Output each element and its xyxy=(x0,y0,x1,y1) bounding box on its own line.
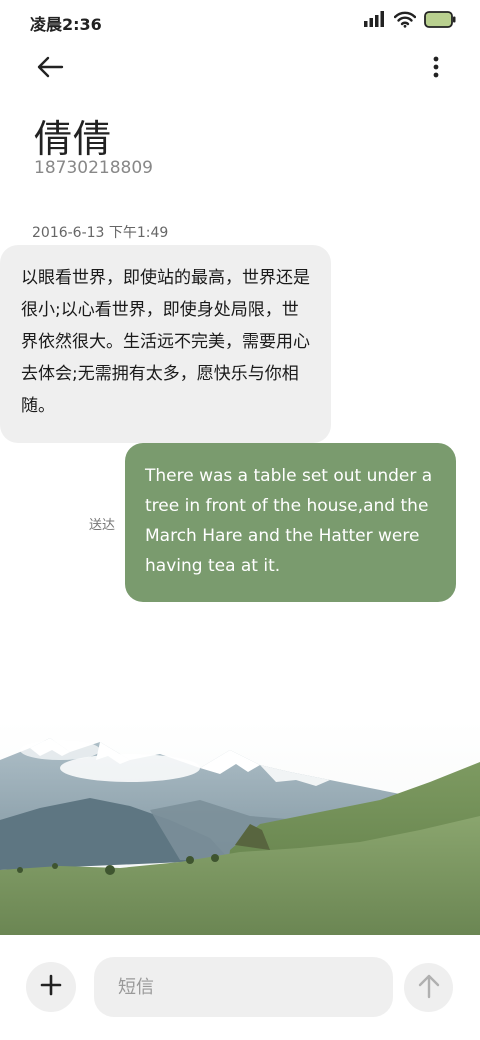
more-vertical-icon xyxy=(433,56,439,82)
back-button[interactable] xyxy=(30,52,70,86)
wifi-icon xyxy=(393,11,417,32)
arrow-left-icon xyxy=(36,56,64,82)
outgoing-message-text: There was a table set out under a tree i… xyxy=(145,466,433,576)
status-icons xyxy=(364,10,456,32)
incoming-message-bubble[interactable]: 以眼看世界，即使站的最高，世界还是很小;以心看世界，即使身处局限，世界依然很大。… xyxy=(0,245,331,443)
status-bar: 凌晨2:36 xyxy=(0,0,480,42)
messaging-screen: 凌晨2:36 倩倩 18730218809 2016-6-13 下午1:49 以… xyxy=(0,0,480,1040)
composer-bar xyxy=(0,935,480,1040)
plus-icon xyxy=(40,974,62,1000)
landscape-background-image xyxy=(0,720,480,935)
attach-button[interactable] xyxy=(26,962,76,1012)
outgoing-message-bubble[interactable]: There was a table set out under a tree i… xyxy=(125,443,456,602)
incoming-message-text: 以眼看世界，即使站的最高，世界还是很小;以心看世界，即使身处局限，世界依然很大。… xyxy=(21,268,310,416)
send-button[interactable] xyxy=(404,963,453,1012)
contact-name: 倩倩 xyxy=(34,117,113,161)
status-time: 凌晨2:36 xyxy=(30,15,102,34)
delivery-status: 送达 xyxy=(89,518,116,533)
arrow-up-icon xyxy=(418,973,440,1003)
signal-icon xyxy=(364,11,386,31)
battery-icon xyxy=(424,10,456,32)
contact-number[interactable]: 18730218809 xyxy=(34,158,153,178)
message-timestamp: 2016-6-13 下午1:49 xyxy=(32,225,169,241)
more-options-button[interactable] xyxy=(428,54,444,84)
message-input[interactable] xyxy=(94,957,393,1017)
